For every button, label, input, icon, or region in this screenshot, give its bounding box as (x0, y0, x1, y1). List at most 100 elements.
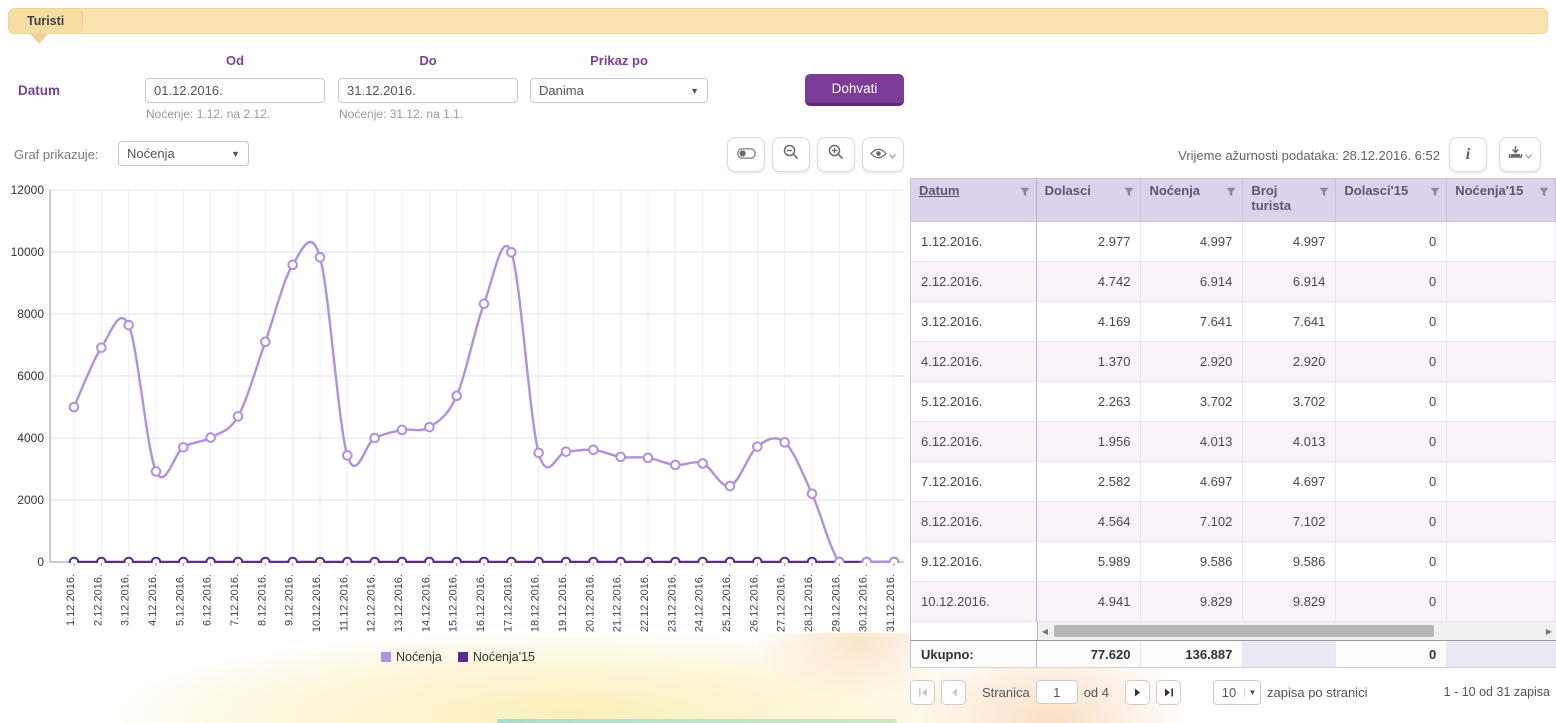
cell-datum: 5.12.2016. (911, 382, 1037, 421)
legend-item[interactable]: Noćenja'15 (458, 650, 535, 664)
column-header-broj-turista[interactable]: Broj turista (1243, 179, 1336, 221)
cell-datum: 1.12.2016. (911, 222, 1037, 261)
cell-value (1447, 342, 1556, 381)
total-value: 77.620 (1037, 641, 1142, 667)
table-row[interactable]: 4.12.2016.1.3702.9202.9200 (911, 342, 1556, 382)
filter-funnel-icon[interactable] (1539, 187, 1549, 197)
contrast-toggle-icon (737, 146, 756, 164)
cell-value: 7.641 (1243, 302, 1336, 341)
panel-header-bar: Turisti (8, 8, 1548, 34)
prikaz-po-select[interactable]: Danima ▼ (530, 78, 708, 103)
filter-funnel-icon[interactable] (1430, 187, 1440, 197)
cell-value: 0 (1336, 582, 1447, 621)
filter-funnel-icon[interactable] (1020, 187, 1030, 197)
table-row[interactable]: 8.12.2016.4.5647.1027.1020 (911, 502, 1556, 542)
cell-value: 4.997 (1243, 222, 1336, 261)
cell-value: 0 (1336, 462, 1447, 501)
cell-value: 0 (1336, 422, 1447, 461)
table-hscroll-row: ◀ ▶ (911, 622, 1556, 640)
info-button[interactable]: i (1449, 137, 1487, 172)
download-button[interactable] (1499, 137, 1541, 172)
zoom-out-button[interactable] (772, 137, 810, 172)
scroll-right-icon[interactable]: ▶ (1542, 627, 1556, 636)
graf-prikazuje-label: Graf prikazuje: (14, 147, 99, 162)
tab-turisti[interactable]: Turisti (9, 9, 83, 33)
table-row[interactable]: 5.12.2016.2.2633.7023.7020 (911, 382, 1556, 422)
column-header-no-enja-15[interactable]: Noćenja'15 (1447, 179, 1556, 221)
chevron-down-icon (889, 146, 896, 164)
svg-text:8000: 8000 (17, 307, 44, 321)
table-row[interactable]: 1.12.2016.2.9774.9974.9970 (911, 222, 1556, 262)
cell-value: 5.989 (1037, 542, 1142, 581)
scroll-left-icon[interactable]: ◀ (1038, 627, 1052, 636)
table-row[interactable]: 3.12.2016.4.1697.6417.6410 (911, 302, 1556, 342)
dohvati-button[interactable]: Dohvati (805, 74, 904, 106)
cell-value: 4.697 (1141, 462, 1243, 501)
cell-value: 4.013 (1243, 422, 1336, 461)
column-header-dolasci[interactable]: Dolasci (1037, 179, 1142, 221)
svg-text:22.12.2016.: 22.12.2016. (639, 574, 651, 632)
legend-item[interactable]: Noćenja (381, 650, 442, 664)
svg-text:29.12.2016.: 29.12.2016. (830, 574, 842, 632)
page-number-input[interactable] (1036, 680, 1078, 704)
svg-text:23.12.2016.: 23.12.2016. (666, 574, 678, 632)
total-value (1447, 641, 1556, 667)
data-table: DatumDolasciNoćenjaBroj turistaDolasci'1… (910, 178, 1556, 668)
previous-page-button[interactable] (941, 680, 966, 705)
date-from-input[interactable] (146, 79, 325, 102)
cell-value: 0 (1336, 542, 1447, 581)
svg-text:11.12.2016.: 11.12.2016. (338, 574, 350, 631)
od-label: Od (145, 53, 325, 68)
data-updated-text: Vrijeme ažurnosti podataka: 28.12.2016. … (1100, 148, 1440, 163)
cell-value: 0 (1336, 382, 1447, 421)
svg-text:9.12.2016.: 9.12.2016. (284, 574, 296, 626)
date-to-input[interactable] (339, 79, 518, 102)
graf-prikazuje-select[interactable]: Noćenja ▼ (118, 141, 249, 166)
svg-text:25.12.2016.: 25.12.2016. (721, 574, 733, 632)
toggle-view-button[interactable] (727, 137, 765, 172)
svg-text:16.12.2016.: 16.12.2016. (475, 574, 487, 632)
cell-datum: 4.12.2016. (911, 342, 1037, 381)
column-header-dolasci-15[interactable]: Dolasci'15 (1336, 179, 1447, 221)
svg-text:15.12.2016.: 15.12.2016. (448, 574, 460, 632)
page-of-label: od 4 (1084, 685, 1109, 700)
table-body: 1.12.2016.2.9774.9974.99702.12.2016.4.74… (911, 222, 1556, 622)
nocenja-line-chart[interactable]: 0200040006000800010000120001.12.2016.2.1… (8, 182, 908, 647)
page-size-select[interactable]: 10 ▼ (1213, 680, 1261, 705)
frozen-column-spacer (911, 622, 1038, 640)
filter-funnel-icon[interactable] (1226, 187, 1236, 197)
svg-text:31.12.2016.: 31.12.2016. (885, 574, 897, 632)
table-row[interactable]: 7.12.2016.2.5824.6974.6970 (911, 462, 1556, 502)
table-row[interactable]: 2.12.2016.4.7426.9146.9140 (911, 262, 1556, 302)
table-row[interactable]: 6.12.2016.1.9564.0134.0130 (911, 422, 1556, 462)
first-page-button[interactable] (910, 680, 935, 705)
total-value: 0 (1336, 641, 1447, 667)
svg-text:10000: 10000 (11, 245, 45, 259)
cell-value: 2.920 (1243, 342, 1336, 381)
records-range-label: 1 - 10 od 31 zapisa (1444, 685, 1550, 699)
cell-datum: 3.12.2016. (911, 302, 1037, 341)
cell-value (1447, 382, 1556, 421)
last-page-button[interactable] (1156, 680, 1181, 705)
cell-value: 9.829 (1243, 582, 1336, 621)
cell-value: 2.920 (1141, 342, 1243, 381)
column-header-datum[interactable]: Datum (911, 179, 1037, 221)
cell-value: 2.977 (1037, 222, 1142, 261)
column-header-no-enja[interactable]: Noćenja (1141, 179, 1243, 221)
cell-value: 7.102 (1243, 502, 1336, 541)
horizontal-scrollbar[interactable]: ◀ ▶ (1038, 622, 1556, 640)
scrollbar-thumb[interactable] (1054, 625, 1434, 637)
svg-text:28.12.2016.: 28.12.2016. (803, 574, 815, 632)
series-visibility-button[interactable] (862, 137, 904, 172)
cell-value: 6.914 (1243, 262, 1336, 301)
table-row[interactable]: 10.12.2016.4.9419.8299.8290 (911, 582, 1556, 622)
next-page-button[interactable] (1125, 680, 1150, 705)
cell-value: 0 (1336, 222, 1447, 261)
svg-text:24.12.2016.: 24.12.2016. (694, 574, 706, 632)
filter-funnel-icon[interactable] (1124, 187, 1134, 197)
filter-funnel-icon[interactable] (1319, 187, 1329, 197)
table-row[interactable]: 9.12.2016.5.9899.5869.5860 (911, 542, 1556, 582)
cell-value (1447, 222, 1556, 261)
svg-text:1.12.2016.: 1.12.2016. (65, 574, 77, 626)
zoom-in-button[interactable] (817, 137, 855, 172)
